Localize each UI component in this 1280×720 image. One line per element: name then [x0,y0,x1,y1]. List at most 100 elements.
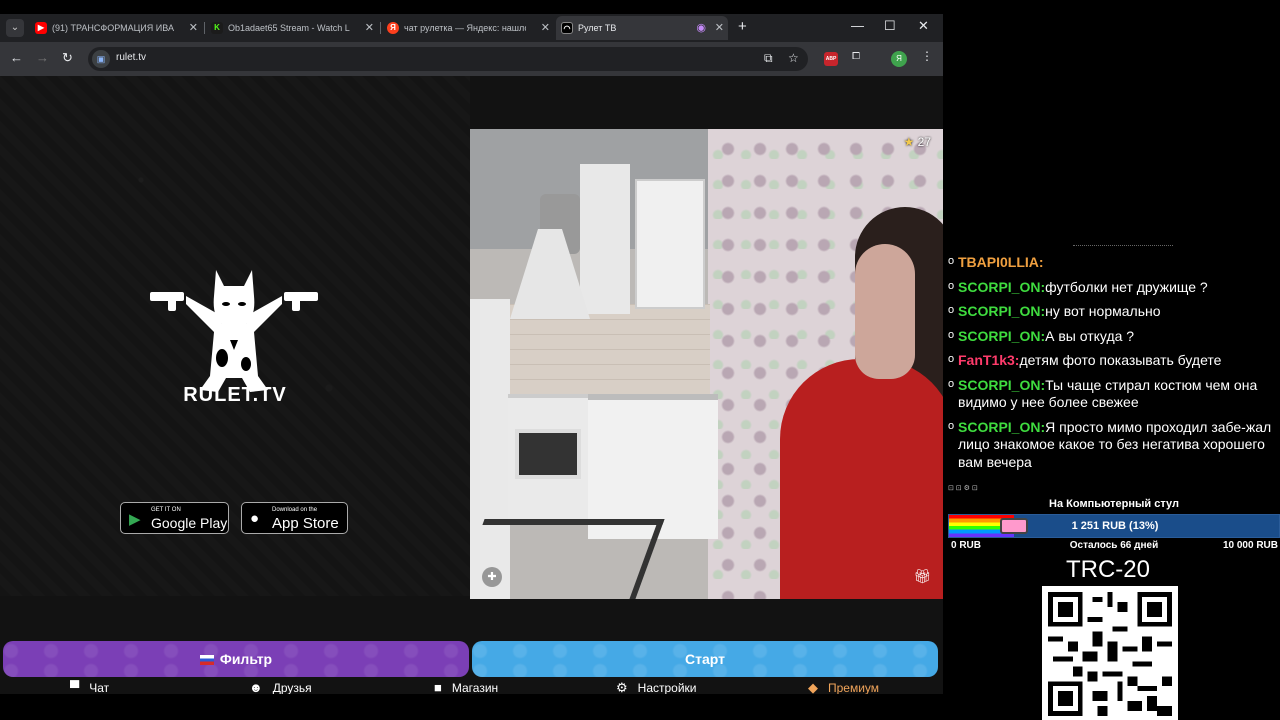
browser-toolbar: ← → ↻ ▣ rulet.tv ⧉ ☆ ABP ⧠ Я ⋮ [0,42,943,76]
chat-bubble-icon: ▀ [70,680,80,694]
bookmark-star-icon[interactable]: ☆ [788,51,799,65]
app-store-label: App Store [272,515,339,532]
nav-label: Настройки [637,681,697,694]
profile-avatar[interactable]: Я [891,51,907,67]
nav-premium[interactable]: ◆ Премиум [808,680,879,694]
donation-amount: 1 251 RUB (13%) [1071,520,1159,532]
tab-title: Ob1adaet65 Stream - Watch Li [228,23,350,33]
new-tab-button[interactable]: + [738,18,747,35]
close-tab-icon[interactable]: ✕ [189,16,198,40]
nav-chat[interactable]: ▀ Чат [70,680,109,694]
star-rating: ★ 27 [904,135,931,149]
google-play-label: Google Play [151,515,228,531]
promo-panel: RULET.TV ▶ GET IT ON Google Play ● Downl… [0,76,470,596]
star-count: 27 [917,135,931,149]
chat-message: SCORPI_ON:футболки нет дружище ? [948,278,1278,297]
chat-message: FanT1k3:детям фото показывать будете [948,351,1278,370]
nav-settings[interactable]: ⚙ Настройки [616,680,697,694]
russia-flag-icon [199,655,214,666]
chat-username: SCORPI_ON: [958,376,1046,393]
app-store-button[interactable]: ● Download on the App Store [241,502,348,534]
close-tab-icon[interactable]: ✕ [715,16,724,40]
tab-title: (91) ТРАНСФОРМАЦИЯ ИВАНА [52,23,174,33]
close-tab-icon[interactable]: ✕ [541,16,550,40]
star-icon: ★ [903,135,915,149]
chat-text: футболки нет дружище ? [1045,278,1208,295]
google-play-button[interactable]: ▶ GET IT ON Google Play [120,502,229,534]
chat-message: TBAPI0LLIA: [948,253,1278,272]
kick-icon: K [211,22,223,34]
nav-friends[interactable]: ☻ Друзья [249,680,312,694]
site-info-icon[interactable]: ▣ [92,50,110,68]
extensions-icon[interactable]: ⧠ [852,51,860,62]
chat-username: SCORPI_ON: [958,278,1046,295]
partner-video: ★ 27 ✚ 🎁︎ [470,129,943,599]
chat-message: SCORPI_ON:ну вот нормально [948,302,1278,321]
start-label: Старт [685,651,725,667]
recording-icon: ◉ [696,22,706,34]
stream-chat: TBAPI0LLIA:SCORPI_ON:футболки нет дружищ… [948,253,1278,478]
chat-username: SCORPI_ON: [958,303,1046,319]
forward-icon[interactable]: → [36,50,49,65]
smiley-icon: ☻ [249,680,263,694]
widget-icons: ⊡ ⊡ ⚙ ⊡ [948,485,978,492]
menu-icon[interactable]: ⋮ [921,49,933,63]
donation-goal-amount: 10 000 RUB [1222,540,1278,551]
adblock-icon[interactable]: ABP [824,52,838,66]
tab-yandex[interactable]: Я чат рулетка — Яндекс: нашлос ✕ [382,16,554,40]
bottom-nav: ▀ Чат ☻ Друзья ■ Магазин ⚙ Настройки ◆ Премиу… [0,680,943,694]
chat-username: TBAPI0LLIA: [958,254,1044,270]
chat-username: FanT1k3: [958,352,1020,368]
tab-youtube[interactable]: ▶ (91) ТРАНСФОРМАЦИЯ ИВАНА ✕ [30,16,202,40]
chat-text: А вы откуда ? [1045,327,1135,344]
tab-bar: ⌄ ▶ (91) ТРАНСФОРМАЦИЯ ИВАНА ✕ K Ob1adae… [0,14,943,42]
filter-button[interactable]: Фильтр [3,641,469,677]
tab-search-button[interactable]: ⌄ [6,19,24,37]
filter-label: Фильтр [219,651,273,667]
qr-code [1042,586,1178,720]
nav-label: Магазин [451,681,499,694]
reload-icon[interactable]: ↻ [62,50,73,66]
rulet-page: RULET.TV ▶ GET IT ON Google Play ● Downl… [0,76,943,694]
chat-text: детям фото показывать будете [1019,352,1222,368]
address-bar[interactable]: ▣ rulet.tv ⧉ ☆ [88,47,808,71]
app-store-caption: Download on the [272,507,318,513]
tab-title: чат рулетка — Яндекс: нашлос [404,23,526,33]
rulet-icon: ◠ [561,22,573,34]
install-app-icon[interactable]: ⧉ [764,51,773,66]
youtube-icon: ▶ [35,22,47,34]
minimize-icon[interactable]: — [851,18,864,33]
tab-rulet[interactable]: ◠ Рулет ТВ ◉ ✕ [556,16,728,40]
nav-shop[interactable]: ■ Магазин [434,680,498,694]
google-play-caption: GET IT ON [151,507,181,513]
close-window-icon[interactable]: ✕ [918,18,929,34]
tag-icon: ◆ [808,680,818,694]
back-icon[interactable]: ← [10,50,23,65]
wallet-label: TRC-20 [1065,556,1150,583]
tab-title: Рулет ТВ [578,23,617,33]
donation-progress-bar: 1 251 RUB (13%) [948,514,1280,538]
tab-kick[interactable]: K Ob1adaet65 Stream - Watch Li ✕ [206,16,378,40]
apple-icon: ● [250,510,260,527]
gear-icon: ⚙ [616,680,628,694]
gamepad-icon[interactable]: ✚ [482,567,502,587]
yandex-icon: Я [387,22,399,34]
chat-message: SCORPI_ON:Я просто мимо проходил забе-жа… [948,418,1278,472]
start-button[interactable]: Старт [472,641,938,677]
gift-icon[interactable]: 🎁︎ [913,568,931,585]
maximize-icon[interactable]: ☐ [884,18,896,34]
chat-message: SCORPI_ON:Ты чаще стирал костюм чем она … [948,376,1278,412]
donation-title: На Компьютерный стул [1049,498,1179,510]
close-tab-icon[interactable]: ✕ [365,16,374,40]
shopping-bag-icon: ■ [434,680,442,694]
chat-message: SCORPI_ON:А вы откуда ? [948,327,1278,346]
nav-label: Чат [89,681,110,694]
brand-name: RULET.TV [183,384,287,406]
google-play-icon: ▶ [129,511,141,528]
browser-window: ⌄ ▶ (91) ТРАНСФОРМАЦИЯ ИВАНА ✕ K Ob1adae… [0,14,943,694]
nav-label: Друзья [272,681,312,694]
chat-text: ну вот нормально [1045,303,1161,319]
chat-username: SCORPI_ON: [958,327,1046,344]
nav-label: Премиум [828,681,880,694]
url-text[interactable]: rulet.tv [116,52,146,63]
